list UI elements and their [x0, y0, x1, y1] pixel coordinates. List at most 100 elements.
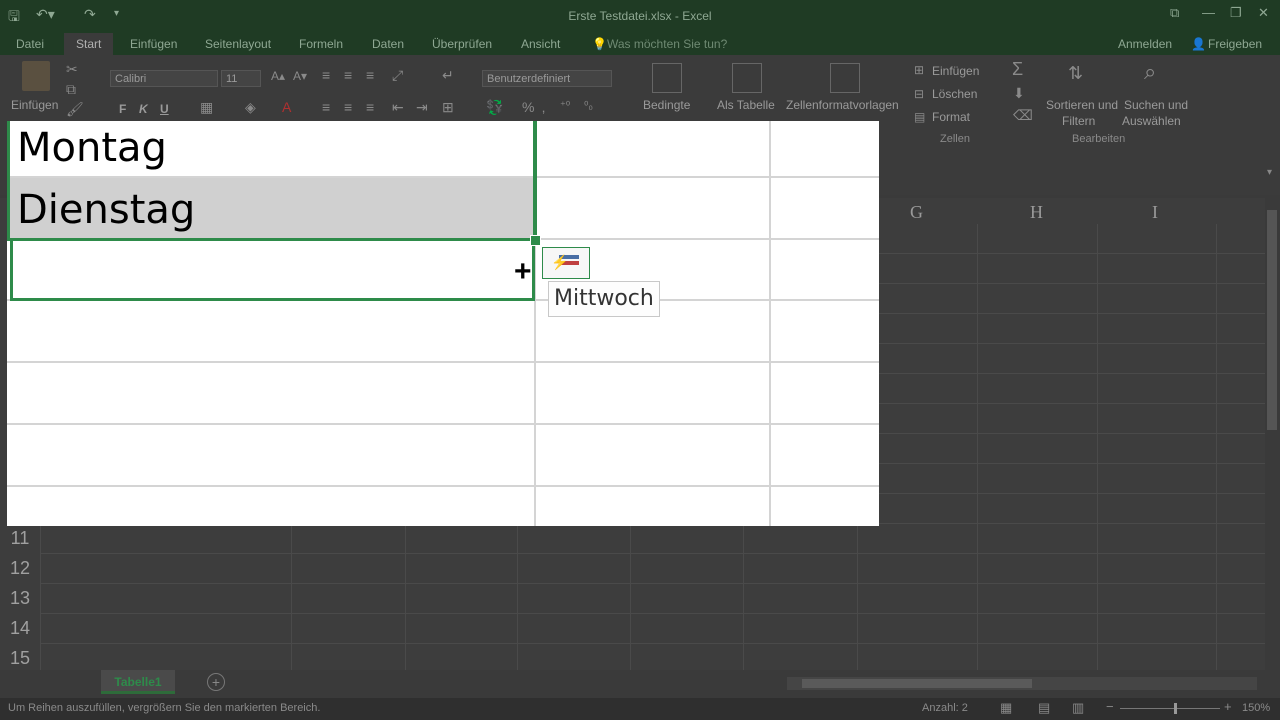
autofill-options-icon[interactable]: ⚡	[542, 247, 590, 279]
cell-styles-icon[interactable]	[830, 63, 860, 93]
bold-button[interactable]: F	[119, 102, 126, 116]
expand-formula-icon[interactable]: ▾	[1267, 167, 1272, 178]
row-header-13[interactable]: 13	[0, 588, 40, 609]
tab-daten[interactable]: Daten	[372, 37, 404, 51]
zoom-slider-track[interactable]	[1120, 708, 1220, 709]
font-name-box[interactable]: Calibri	[110, 70, 218, 87]
close-icon[interactable]: ✕	[1258, 5, 1269, 21]
restore-icon[interactable]: ❐	[1230, 5, 1242, 21]
increase-indent-icon[interactable]: ⇥	[416, 99, 428, 116]
grid-line	[7, 423, 879, 425]
tab-einfuegen[interactable]: Einfügen	[130, 37, 177, 51]
percent-icon[interactable]: %	[522, 99, 534, 115]
sort-filter-label-2: Filtern	[1062, 114, 1096, 128]
thousands-icon[interactable]: ‚	[542, 99, 545, 115]
column-header-i[interactable]: I	[1152, 202, 1158, 223]
horizontal-scroll-thumb[interactable]	[802, 679, 1032, 688]
lightbulb-icon: 💡	[592, 37, 607, 51]
fill-handle[interactable]	[530, 235, 541, 246]
format-as-table-icon[interactable]	[732, 63, 762, 93]
font-size-box[interactable]: 11	[221, 70, 261, 87]
increase-decimal-icon[interactable]: ⁺⁰	[560, 99, 570, 112]
search-icon[interactable]: ⌕	[1144, 59, 1156, 85]
zoom-level[interactable]: 150%	[1242, 702, 1270, 714]
row-header-11[interactable]: 11	[0, 528, 40, 549]
find-select-button[interactable]: Suchen und	[1124, 98, 1188, 112]
sheet-tab-tabelle1[interactable]: Tabelle1	[101, 670, 175, 694]
currency-icon[interactable]: 💱	[486, 99, 503, 116]
column-header-h[interactable]: H	[1030, 202, 1043, 223]
window-title: Erste Testdatei.xlsx - Excel	[568, 9, 712, 23]
clipboard-icon[interactable]	[22, 61, 50, 91]
clear-icon[interactable]: ⌫	[1013, 107, 1033, 124]
tell-me-box[interactable]: Was möchten Sie tun?	[607, 37, 727, 51]
format-painter-icon[interactable]: 🖌	[66, 101, 84, 118]
row-header-15[interactable]: 15	[0, 648, 40, 669]
share-button[interactable]: Freigeben	[1208, 37, 1262, 51]
shrink-font-icon[interactable]: A▾	[293, 69, 307, 83]
grid-line	[40, 643, 1265, 644]
format-as-table-button[interactable]: Als Tabelle	[717, 98, 775, 112]
grid-line	[977, 224, 978, 670]
align-center-icon[interactable]: ≡	[344, 99, 352, 115]
delete-cells-button[interactable]: Löschen	[932, 87, 977, 101]
cell-dienstag[interactable]: Dienstag	[17, 187, 195, 233]
align-left-icon[interactable]: ≡	[322, 99, 330, 115]
autofill-range[interactable]	[10, 241, 535, 301]
orientation-icon[interactable]: ⤢	[392, 67, 403, 84]
font-color-icon[interactable]: A	[282, 99, 291, 115]
fill-icon[interactable]: ⬇	[1013, 85, 1025, 102]
row-header-14[interactable]: 14	[0, 618, 40, 639]
tab-formeln[interactable]: Formeln	[299, 37, 343, 51]
align-bottom-icon[interactable]: ≡	[366, 67, 374, 83]
grow-font-icon[interactable]: A▴	[271, 69, 285, 83]
autosum-icon[interactable]: Σ	[1012, 59, 1023, 80]
grid-line	[7, 485, 879, 487]
fill-color-icon[interactable]: ◈	[245, 99, 256, 116]
column-header-g[interactable]: G	[910, 202, 923, 223]
minimize-icon[interactable]: —	[1202, 5, 1215, 20]
tab-start[interactable]: Start	[64, 33, 114, 55]
number-format-box[interactable]: Benutzerdefiniert	[482, 70, 612, 87]
add-sheet-icon[interactable]: +	[207, 673, 225, 691]
cell-montag[interactable]: Montag	[17, 125, 167, 171]
tab-seitenlayout[interactable]: Seitenlayout	[205, 37, 271, 51]
grid-line	[40, 613, 1265, 614]
cell-styles-button[interactable]: Zellenformatvorlagen	[786, 98, 899, 112]
sort-filter-icon[interactable]: ⇅	[1068, 63, 1083, 84]
borders-icon[interactable]: ▦	[200, 99, 213, 116]
merge-center-icon[interactable]: ⊞	[442, 99, 454, 116]
conditional-formatting-icon[interactable]	[652, 63, 682, 93]
paste-button[interactable]: Einfügen	[11, 98, 58, 112]
cut-icon[interactable]: ✂	[66, 61, 78, 78]
sort-filter-button[interactable]: Sortieren und	[1046, 98, 1118, 112]
copy-icon[interactable]: ⧉	[66, 81, 76, 98]
autofill-preview-tooltip: Mittwoch	[548, 281, 660, 317]
conditional-formatting-button[interactable]: Bedingte	[643, 98, 690, 112]
tab-ansicht[interactable]: Ansicht	[521, 37, 560, 51]
insert-cells-button[interactable]: Einfügen	[932, 64, 979, 78]
normal-view-icon[interactable]: ▦	[1000, 700, 1012, 716]
decrease-indent-icon[interactable]: ⇤	[392, 99, 404, 116]
signin-link[interactable]: Anmelden	[1118, 37, 1172, 51]
italic-button[interactable]: K	[139, 102, 148, 116]
align-right-icon[interactable]: ≡	[366, 99, 374, 115]
decrease-decimal-icon[interactable]: ⁰₀	[584, 99, 593, 112]
tab-ueberpruefen[interactable]: Überprüfen	[432, 37, 492, 51]
zoom-out-icon[interactable]: −	[1106, 699, 1114, 714]
zoom-slider-thumb[interactable]	[1174, 703, 1177, 714]
tab-datei[interactable]: Datei	[16, 37, 44, 51]
page-layout-view-icon[interactable]: ▤	[1038, 700, 1050, 716]
vertical-scroll-thumb[interactable]	[1267, 210, 1277, 430]
zoom-in-icon[interactable]: +	[1224, 699, 1232, 714]
row-header-12[interactable]: 12	[0, 558, 40, 579]
page-break-view-icon[interactable]: ▥	[1072, 700, 1084, 716]
selection-border-left	[7, 121, 10, 241]
format-cells-button[interactable]: Format	[932, 110, 970, 124]
grid-line	[7, 361, 879, 363]
underline-button[interactable]: U	[160, 102, 169, 116]
ribbon-display-icon[interactable]: ⧉	[1170, 5, 1179, 21]
align-middle-icon[interactable]: ≡	[344, 67, 352, 83]
align-top-icon[interactable]: ≡	[322, 67, 330, 83]
wrap-text-icon[interactable]: ↵	[442, 67, 454, 84]
